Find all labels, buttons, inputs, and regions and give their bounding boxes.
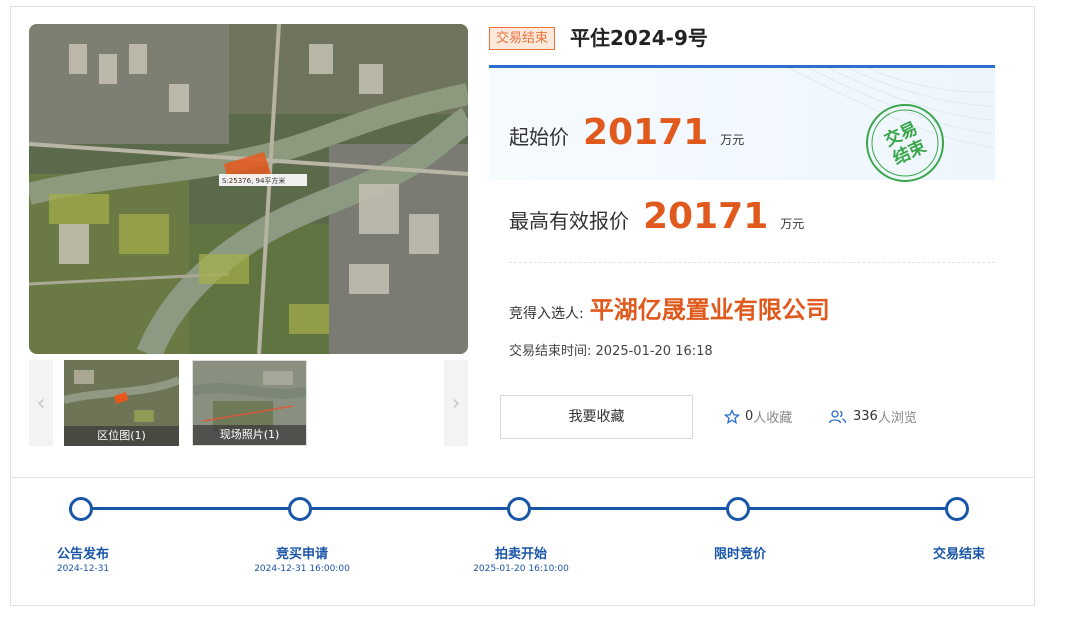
highest-price-value: 20171 [643, 196, 769, 237]
views-number: 336 [853, 409, 878, 424]
timeline-node-5 [945, 497, 969, 521]
winner-row: 竞得入选人: 平湖亿晟置业有限公司 [509, 290, 830, 325]
start-price-unit: 万元 [720, 133, 745, 147]
star-icon [724, 408, 740, 424]
winner-name: 平湖亿晟置业有限公司 [589, 296, 830, 324]
aerial-map-graphic: S:25376, 94平方米 [29, 24, 468, 354]
timeline-step-label: 拍卖开始 [494, 547, 547, 562]
dashed-divider [509, 262, 995, 263]
timeline-step-date: 2024-12-31 [56, 564, 110, 574]
add-favorite-button[interactable]: 我要收藏 [500, 395, 693, 439]
start-price-row: 起始价 20171 万元 [509, 112, 744, 153]
timeline-step-label: 限时竞价 [713, 547, 766, 562]
views-suffix: 人浏览 [877, 411, 917, 426]
timeline-step-label: 竞买申请 [275, 547, 328, 562]
timeline-node-1 [69, 497, 93, 521]
views-count: 336 人浏览 [828, 407, 917, 426]
stamp-icon: 交易 结束 [866, 104, 944, 182]
start-price-label: 起始价 [509, 125, 569, 149]
chevron-left-icon: ‹ [36, 390, 46, 416]
main-aerial-image[interactable]: S:25376, 94平方米 [29, 24, 468, 354]
timeline-step-date: 2024-12-31 16:00:00 [254, 564, 350, 574]
timeline-step-label: 公告发布 [56, 547, 109, 562]
end-time-label: 交易结束时间: [509, 344, 592, 359]
favorites-number: 0 [745, 409, 754, 424]
thumbnail-caption: 区位图(1) [64, 426, 179, 446]
status-badge: 交易结束 [489, 27, 556, 50]
start-price-value: 20171 [583, 112, 709, 153]
end-time-row: 交易结束时间: 2025-01-20 16:18 [509, 340, 713, 359]
section-divider [11, 477, 1034, 478]
highest-price-label: 最高有效报价 [509, 209, 629, 233]
timeline-step-date: 2025-01-20 16:10:00 [473, 564, 569, 574]
timeline-step-label: 交易结束 [932, 547, 985, 562]
winner-label: 竞得入选人: [509, 306, 584, 322]
timeline-node-3 [507, 497, 531, 521]
users-icon [828, 409, 847, 423]
chevron-right-icon: › [451, 390, 461, 416]
highest-price-row: 最高有效报价 20171 万元 [509, 196, 804, 237]
thumbnail-next-button[interactable]: › [444, 360, 468, 446]
timeline-node-2 [288, 497, 312, 521]
favorites-count: 0 人收藏 [724, 407, 792, 426]
end-time-value: 2025-01-20 16:18 [595, 344, 713, 359]
timeline-node-4 [726, 497, 750, 521]
page-title: 平住2024-9号 [570, 26, 708, 50]
thumbnail-caption: 现场照片(1) [193, 425, 306, 445]
favorites-suffix: 人收藏 [753, 411, 793, 426]
thumbnail-prev-button[interactable]: ‹ [29, 360, 53, 446]
map-annotation-label: S:25376, 94平方米 [222, 176, 285, 185]
highest-price-unit: 万元 [780, 217, 805, 231]
thumbnail-site-photo[interactable]: 现场照片(1) [192, 360, 307, 446]
deal-closed-stamp: 交易 结束 [862, 100, 948, 186]
thumbnail-location-map[interactable]: 区位图(1) [64, 360, 179, 446]
